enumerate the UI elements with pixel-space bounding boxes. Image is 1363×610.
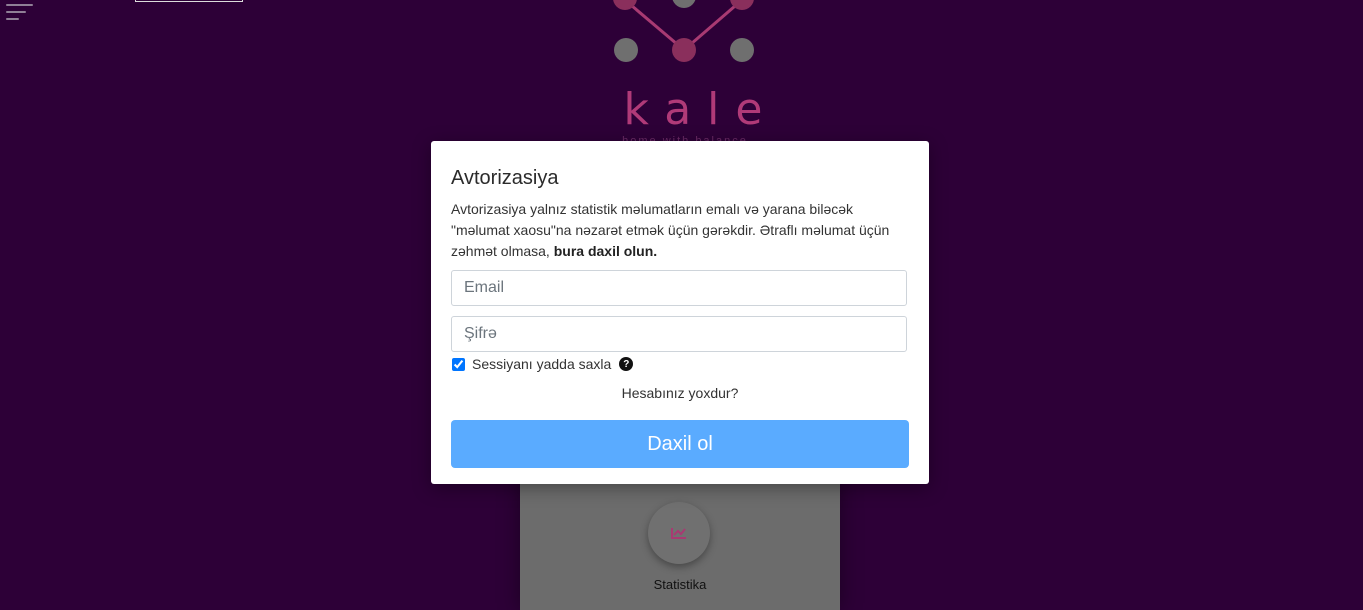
description-text: Avtorizasiya yalnız statistik məlumatlar…	[451, 201, 890, 259]
modal-description: Avtorizasiya yalnız statistik məlumatlar…	[451, 199, 891, 262]
password-field[interactable]	[451, 316, 907, 352]
modal-title: Avtorizasiya	[451, 167, 559, 189]
question-circle-icon[interactable]: ?	[619, 357, 634, 371]
info-link[interactable]: bura daxil olun.	[554, 243, 657, 259]
remember-checkbox[interactable]	[452, 357, 465, 371]
remember-label: Sessiyanı yadda saxla	[472, 356, 612, 372]
remember-session[interactable]: Sessiyanı yadda saxla ?	[451, 356, 634, 372]
register-link[interactable]: Hesabınız yoxdur?	[431, 385, 929, 401]
login-button[interactable]: Daxil ol	[451, 420, 909, 468]
email-field[interactable]	[451, 270, 907, 306]
login-modal: Avtorizasiya Avtorizasiya yalnız statist…	[431, 141, 929, 484]
